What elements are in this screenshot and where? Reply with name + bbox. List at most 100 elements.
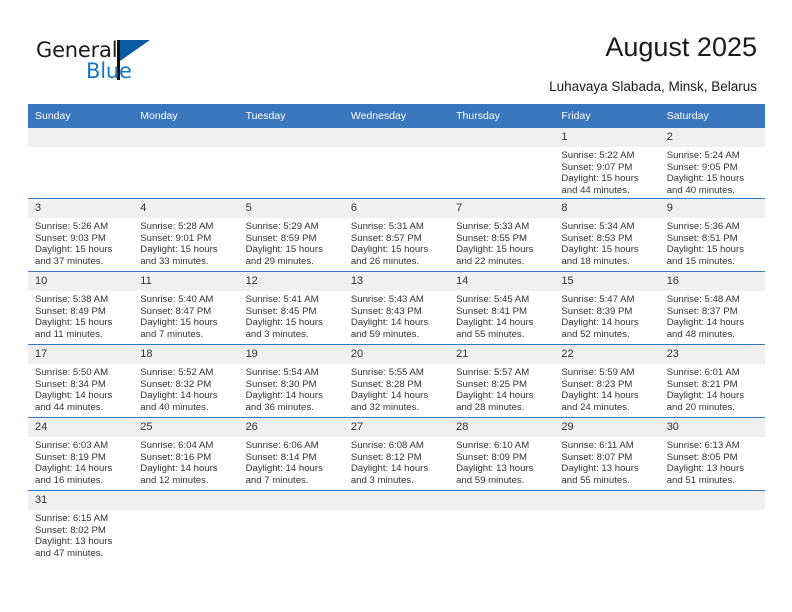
day-number: [659, 491, 765, 510]
sunrise-time: Sunrise: 5:47 AM: [561, 294, 635, 305]
calendar-day-cell[interactable]: 12 Sunrise: 5:41 AM Sunset: 8:45 PM Dayligh…: [238, 271, 344, 345]
page-title: August 2025: [605, 32, 757, 62]
calendar-table: Sunday Monday Tuesday Wednesday Thursday Frid…: [28, 104, 765, 563]
day-number: 10: [28, 272, 134, 291]
day-number: 28: [449, 418, 555, 437]
sunrise-time: Sunrise: 5:28 AM: [140, 221, 214, 232]
calendar-day-cell[interactable]: 21 Sunrise: 5:57 AM Sunset: 8:25 PM Dayligh…: [449, 344, 555, 418]
daylight-duration-line1: Daylight: 14 hours: [456, 317, 534, 329]
sunset-time: Sunset: 9:07 PM: [561, 161, 633, 173]
sunrise-time: Sunrise: 5:36 AM: [666, 221, 740, 232]
calendar-day-cell[interactable]: 16 Sunrise: 5:48 AM Sunset: 8:37 PM Dayligh…: [659, 271, 765, 345]
sunrise-time: Sunrise: 5:41 AM: [245, 294, 319, 305]
daylight-duration-line2: and 51 minutes.: [666, 474, 735, 486]
calendar-day-cell[interactable]: 13 Sunrise: 5:43 AM Sunset: 8:43 PM Dayligh…: [343, 271, 450, 345]
daylight-duration-line2: and 3 minutes.: [245, 328, 309, 340]
daylight-duration-line1: Daylight: 15 hours: [245, 244, 323, 256]
calendar-day-cell[interactable]: 15 Sunrise: 5:47 AM Sunset: 8:39 PM Dayligh…: [554, 271, 660, 345]
daylight-duration-line2: and 48 minutes.: [666, 328, 735, 340]
sunset-time: Sunset: 8:02 PM: [35, 524, 106, 536]
day-number: 13: [343, 272, 450, 291]
calendar-day-cell[interactable]: 11 Sunrise: 5:40 AM Sunset: 8:47 PM Dayligh…: [133, 271, 239, 345]
calendar-day-cell[interactable]: 27 Sunrise: 6:08 AM Sunset: 8:12 PM Dayligh…: [343, 417, 450, 491]
calendar-day-cell[interactable]: 6 Sunrise: 5:31 AM Sunset: 8:57 PM Daylight…: [343, 198, 450, 272]
calendar-day-cell[interactable]: 20 Sunrise: 5:55 AM Sunset: 8:28 PM Dayligh…: [343, 344, 450, 418]
sunrise-time: Sunrise: 5:26 AM: [35, 221, 109, 232]
weekday-header-sunday: Sunday: [28, 104, 134, 128]
sunset-time: Sunset: 8:16 PM: [140, 451, 212, 463]
day-details: Sunrise: 5:48 AM Sunset: 8:37 PM Daylight:…: [660, 291, 765, 340]
calendar-day-cell[interactable]: 30 Sunrise: 6:13 AM Sunset: 8:05 PM Dayligh…: [659, 417, 765, 491]
day-number: [343, 491, 450, 510]
sunset-time: Sunset: 8:51 PM: [666, 232, 738, 244]
day-details: Sunrise: 5:29 AM Sunset: 8:59 PM Daylight:…: [239, 218, 344, 267]
day-details: Sunrise: 6:10 AM Sunset: 8:09 PM Daylight:…: [449, 437, 554, 486]
sunrise-time: Sunrise: 5:59 AM: [561, 367, 635, 378]
calendar-day-cell[interactable]: 7 Sunrise: 5:33 AM Sunset: 8:55 PM Daylight…: [449, 198, 555, 272]
sunrise-time: Sunrise: 5:38 AM: [35, 294, 109, 305]
calendar-day-cell[interactable]: 24 Sunrise: 6:03 AM Sunset: 8:19 PM Dayligh…: [28, 417, 134, 491]
sunrise-time: Sunrise: 6:01 AM: [666, 367, 740, 378]
day-details: [554, 510, 659, 513]
sunset-time: Sunset: 8:19 PM: [35, 451, 106, 463]
calendar-day-cell[interactable]: 14 Sunrise: 5:45 AM Sunset: 8:41 PM Dayligh…: [449, 271, 555, 345]
daylight-duration-line1: Daylight: 15 hours: [561, 244, 639, 256]
calendar-day-cell[interactable]: 26 Sunrise: 6:06 AM Sunset: 8:14 PM Dayligh…: [238, 417, 344, 491]
weekday-header-thursday: Thursday: [449, 104, 555, 128]
daylight-duration-line2: and 16 minutes.: [35, 474, 104, 486]
day-details: [133, 510, 238, 513]
daylight-duration-line2: and 52 minutes.: [561, 328, 630, 340]
day-details: [449, 510, 554, 513]
calendar-day-cell[interactable]: 10 Sunrise: 5:38 AM Sunset: 8:49 PM Dayligh…: [28, 271, 134, 345]
daylight-duration-line1: Daylight: 14 hours: [666, 317, 745, 329]
calendar-day-cell[interactable]: 22 Sunrise: 5:59 AM Sunset: 8:23 PM Dayligh…: [554, 344, 660, 418]
calendar-day-cell[interactable]: 1 Sunrise: 5:22 AM Sunset: 9:07 PM Daylight…: [554, 128, 660, 199]
day-details: Sunrise: 5:47 AM Sunset: 8:39 PM Daylight:…: [554, 291, 659, 340]
calendar-day-cell[interactable]: 29 Sunrise: 6:11 AM Sunset: 8:07 PM Dayligh…: [554, 417, 660, 491]
sunset-time: Sunset: 8:25 PM: [456, 378, 528, 390]
daylight-duration-line2: and 15 minutes.: [666, 255, 735, 267]
daylight-duration-line2: and 18 minutes.: [561, 255, 630, 267]
day-details: Sunrise: 6:13 AM Sunset: 8:05 PM Daylight:…: [660, 437, 765, 486]
day-number: 31: [28, 491, 134, 510]
sunrise-time: Sunrise: 5:29 AM: [245, 221, 319, 232]
daylight-duration-line1: Daylight: 15 hours: [140, 317, 218, 329]
calendar-day-cell[interactable]: 28 Sunrise: 6:10 AM Sunset: 8:09 PM Dayligh…: [449, 417, 555, 491]
calendar-week-row: 3 Sunrise: 5:26 AM Sunset: 9:03 PM Daylight…: [28, 198, 765, 272]
calendar-day-cell[interactable]: 18 Sunrise: 5:52 AM Sunset: 8:32 PM Dayligh…: [133, 344, 239, 418]
sunset-time: Sunset: 8:39 PM: [561, 305, 633, 317]
sunrise-time: Sunrise: 5:52 AM: [140, 367, 214, 378]
calendar-day-cell[interactable]: 5 Sunrise: 5:29 AM Sunset: 8:59 PM Daylight…: [238, 198, 344, 272]
day-number: [449, 491, 555, 510]
calendar-day-cell[interactable]: 2 Sunrise: 5:24 AM Sunset: 9:05 PM Daylight…: [659, 128, 765, 199]
daylight-duration-line1: Daylight: 14 hours: [350, 317, 429, 329]
calendar-day-cell[interactable]: 8 Sunrise: 5:34 AM Sunset: 8:53 PM Daylight…: [554, 198, 660, 272]
sunset-time: Sunset: 8:09 PM: [456, 451, 528, 463]
daylight-duration-line1: Daylight: 14 hours: [456, 390, 534, 402]
page-header: General Blue August 2025 Luhavaya Slabad…: [0, 0, 792, 100]
daylight-duration-line2: and 40 minutes.: [140, 401, 209, 413]
general-blue-logo[interactable]: General Blue: [36, 38, 176, 88]
sunset-time: Sunset: 8:34 PM: [35, 378, 106, 390]
calendar-day-cell[interactable]: 4 Sunrise: 5:28 AM Sunset: 9:01 PM Daylight…: [133, 198, 239, 272]
daylight-duration-line2: and 33 minutes.: [140, 255, 209, 267]
day-details: Sunrise: 6:15 AM Sunset: 8:02 PM Daylight:…: [28, 510, 133, 559]
day-details: [133, 147, 238, 150]
sunrise-time: Sunrise: 5:34 AM: [561, 221, 635, 232]
calendar-day-cell[interactable]: 17 Sunrise: 5:50 AM Sunset: 8:34 PM Dayligh…: [28, 344, 134, 418]
calendar-day-cell[interactable]: 9 Sunrise: 5:36 AM Sunset: 8:51 PM Daylight…: [659, 198, 765, 272]
calendar-week-row: 17 Sunrise: 5:50 AM Sunset: 8:34 PM Dayligh…: [28, 344, 765, 418]
calendar-cell-empty: [133, 490, 239, 563]
sunset-time: Sunset: 8:59 PM: [245, 232, 317, 244]
calendar-day-cell[interactable]: 19 Sunrise: 5:54 AM Sunset: 8:30 PM Dayligh…: [238, 344, 344, 418]
calendar-day-cell[interactable]: 25 Sunrise: 6:04 AM Sunset: 8:16 PM Dayligh…: [133, 417, 239, 491]
daylight-duration-line1: Daylight: 14 hours: [140, 390, 218, 402]
calendar-cell-empty: [554, 490, 660, 563]
calendar-day-cell[interactable]: 31 Sunrise: 6:15 AM Sunset: 8:02 PM Dayligh…: [28, 490, 134, 563]
sunrise-time: Sunrise: 6:03 AM: [35, 440, 109, 451]
daylight-duration-line1: Daylight: 14 hours: [245, 463, 323, 475]
calendar-day-cell[interactable]: 3 Sunrise: 5:26 AM Sunset: 9:03 PM Daylight…: [28, 198, 134, 272]
calendar-day-cell[interactable]: 23 Sunrise: 6:01 AM Sunset: 8:21 PM Dayligh…: [659, 344, 765, 418]
daylight-duration-line2: and 37 minutes.: [35, 255, 104, 267]
calendar-week-row: 24 Sunrise: 6:03 AM Sunset: 8:19 PM Dayligh…: [28, 417, 765, 491]
